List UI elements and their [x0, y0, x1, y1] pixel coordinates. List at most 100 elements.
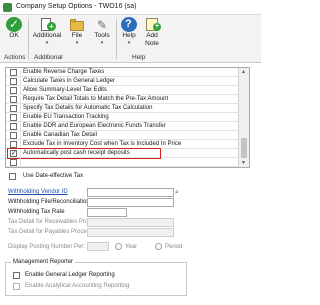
options-list-row[interactable]: Require Tax Detail Totals to Match the P…	[6, 95, 239, 104]
withholding-tax-rate-input[interactable]	[87, 208, 127, 217]
add-note-button[interactable]: + Add Note	[142, 16, 162, 54]
option-label: Enable Reverse Charge Taxes	[23, 69, 105, 75]
option-checkbox[interactable]	[10, 159, 17, 166]
ok-button-label: OK	[9, 32, 19, 39]
chevron-down-icon: ▾	[127, 40, 131, 46]
withholding-vendor-id-input[interactable]	[87, 188, 174, 197]
column-divider	[20, 122, 21, 131]
options-list-row[interactable]: Calculate Taxes in General Ledger	[6, 77, 239, 86]
options-list-row[interactable]: Enable Reverse Charge Taxes	[6, 68, 239, 77]
management-reporter-title: Management Reporter	[11, 258, 76, 267]
help-button[interactable]: Help ▾	[119, 16, 139, 54]
ok-check-icon	[6, 17, 22, 32]
tools-icon: ✎	[96, 18, 108, 32]
company-setup-icon	[3, 3, 12, 12]
column-divider	[20, 113, 21, 122]
tax-detail-payables-row: Tax Detail for Payables Processes	[5, 228, 175, 237]
options-list-row[interactable]: Enable DDR and European Electronic Funds…	[6, 122, 239, 131]
additional-button[interactable]: + Additional ▾	[31, 16, 63, 54]
option-label: Calculate Taxes in General Ledger	[23, 78, 115, 84]
column-divider	[20, 131, 21, 140]
period-radio	[155, 243, 162, 250]
options-list-row[interactable]: Enable Canadian Tax Detail	[6, 131, 239, 140]
lookup-icon[interactable]: ⌕	[175, 188, 183, 197]
posting-number-label: Display Posting Number Per:	[8, 244, 86, 250]
additional-icon: +	[39, 17, 56, 32]
column-divider	[20, 158, 21, 167]
ok-button[interactable]: OK	[3, 16, 25, 54]
title-bar: Company Setup Options - TWO16 (sa)	[0, 0, 261, 15]
tax-detail-receivables-row: Tax Detail for Receivables Processes	[5, 218, 175, 227]
tax-detail-payables-label: Tax Detail for Payables Processes	[8, 229, 100, 235]
chevron-down-icon: ▾	[100, 40, 104, 46]
option-checkbox[interactable]	[10, 114, 17, 121]
option-checkbox[interactable]	[10, 123, 17, 130]
additional-button-label: Additional	[32, 32, 62, 39]
help-button-label: Help	[122, 32, 136, 39]
options-list-row[interactable]: Enable EU Transaction Tracking	[6, 113, 239, 122]
actions-group-label: Actions	[4, 54, 26, 61]
option-checkbox[interactable]	[10, 69, 17, 76]
column-divider	[20, 95, 21, 104]
scroll-down-icon[interactable]: ▼	[241, 160, 246, 166]
file-button-label: File	[71, 32, 83, 39]
enable-gl-reporting-label: Enable General Ledger Reporting	[25, 272, 115, 278]
scroll-up-icon[interactable]: ▲	[241, 69, 246, 75]
management-reporter-group: Management Reporter Enable General Ledge…	[5, 258, 187, 296]
withholding-tax-rate-row: Withholding Tax Rate	[5, 208, 175, 217]
option-label: Enable EU Transaction Tracking	[23, 114, 109, 120]
option-label: Enable Canadian Tax Detail	[23, 132, 97, 138]
column-divider	[20, 68, 21, 77]
help-icon	[121, 17, 137, 32]
column-divider	[20, 77, 21, 86]
option-checkbox[interactable]	[10, 132, 17, 139]
options-list-row[interactable]: Allow Summary-Level Tax Edits	[6, 86, 239, 95]
window-title: Company Setup Options - TWO16 (sa)	[16, 3, 137, 10]
vertical-scrollbar[interactable]: ▲ ▼	[238, 68, 249, 167]
scrollbar-thumb[interactable]	[241, 138, 247, 158]
tools-button-label: Tools	[94, 32, 110, 39]
option-checkbox[interactable]	[10, 78, 17, 85]
add-note-label-2: Note	[145, 40, 159, 47]
use-date-effective-tax-label: Use Date-effective Tax	[23, 173, 84, 179]
enable-analytical-reporting-label: Enable Analytical Accounting Reporting	[25, 283, 130, 289]
column-divider	[20, 104, 21, 113]
options-list: ▲ ▼ Enable Reverse Charge Taxes Calculate…	[5, 67, 250, 168]
tax-detail-receivables-input	[87, 218, 174, 227]
option-label: Require Tax Detail Totals to Match the P…	[23, 96, 169, 102]
option-label: Enable DDR and European Electronic Funds…	[23, 123, 166, 129]
ribbon-separator	[116, 19, 117, 59]
ribbon-separator	[28, 19, 29, 59]
option-checkbox[interactable]	[10, 105, 17, 112]
year-radio-label: Year	[125, 244, 138, 250]
add-note-label: Add	[146, 32, 158, 39]
option-label: Allow Summary-Level Tax Edits	[23, 87, 107, 93]
enable-analytical-reporting-checkbox	[13, 283, 20, 290]
tools-button[interactable]: ✎ Tools ▾	[91, 16, 113, 54]
withholding-tax-rate-label: Withholding Tax Rate	[8, 209, 65, 215]
enable-gl-reporting-checkbox[interactable]	[13, 272, 20, 279]
year-radio	[115, 243, 122, 250]
option-label: Specify Tax Details for Automatic Tax Ca…	[23, 105, 153, 111]
period-radio-label: Period	[165, 244, 183, 250]
withholding-file-input[interactable]	[87, 198, 174, 207]
chevron-down-icon: ▾	[75, 40, 79, 46]
add-note-icon: +	[144, 17, 161, 32]
options-list-row[interactable]: Specify Tax Details for Automatic Tax Ca…	[6, 104, 239, 113]
options-list-row[interactable]	[6, 158, 239, 167]
use-date-effective-tax-checkbox[interactable]	[9, 173, 16, 180]
withholding-vendor-id-link[interactable]: Withholding Vendor ID	[8, 188, 68, 197]
column-divider	[20, 86, 21, 95]
option-checkbox[interactable]	[10, 96, 17, 103]
option-checkbox[interactable]	[10, 141, 17, 148]
additional-group-label: Additional	[34, 54, 63, 61]
file-folder-icon	[69, 17, 85, 32]
ribbon: OK Actions + Additional ▾ File ▾ ✎ Tools…	[0, 15, 261, 63]
tax-detail-payables-input	[87, 228, 174, 237]
posting-number-input	[87, 242, 109, 251]
withholding-file-row: Withholding File/Reconciliation Number	[5, 198, 175, 207]
file-button[interactable]: File ▾	[67, 16, 87, 54]
option-checkbox[interactable]	[10, 87, 17, 94]
chevron-down-icon: ▾	[45, 40, 49, 46]
withholding-vendor-row: Withholding Vendor ID ⌕	[5, 188, 179, 197]
